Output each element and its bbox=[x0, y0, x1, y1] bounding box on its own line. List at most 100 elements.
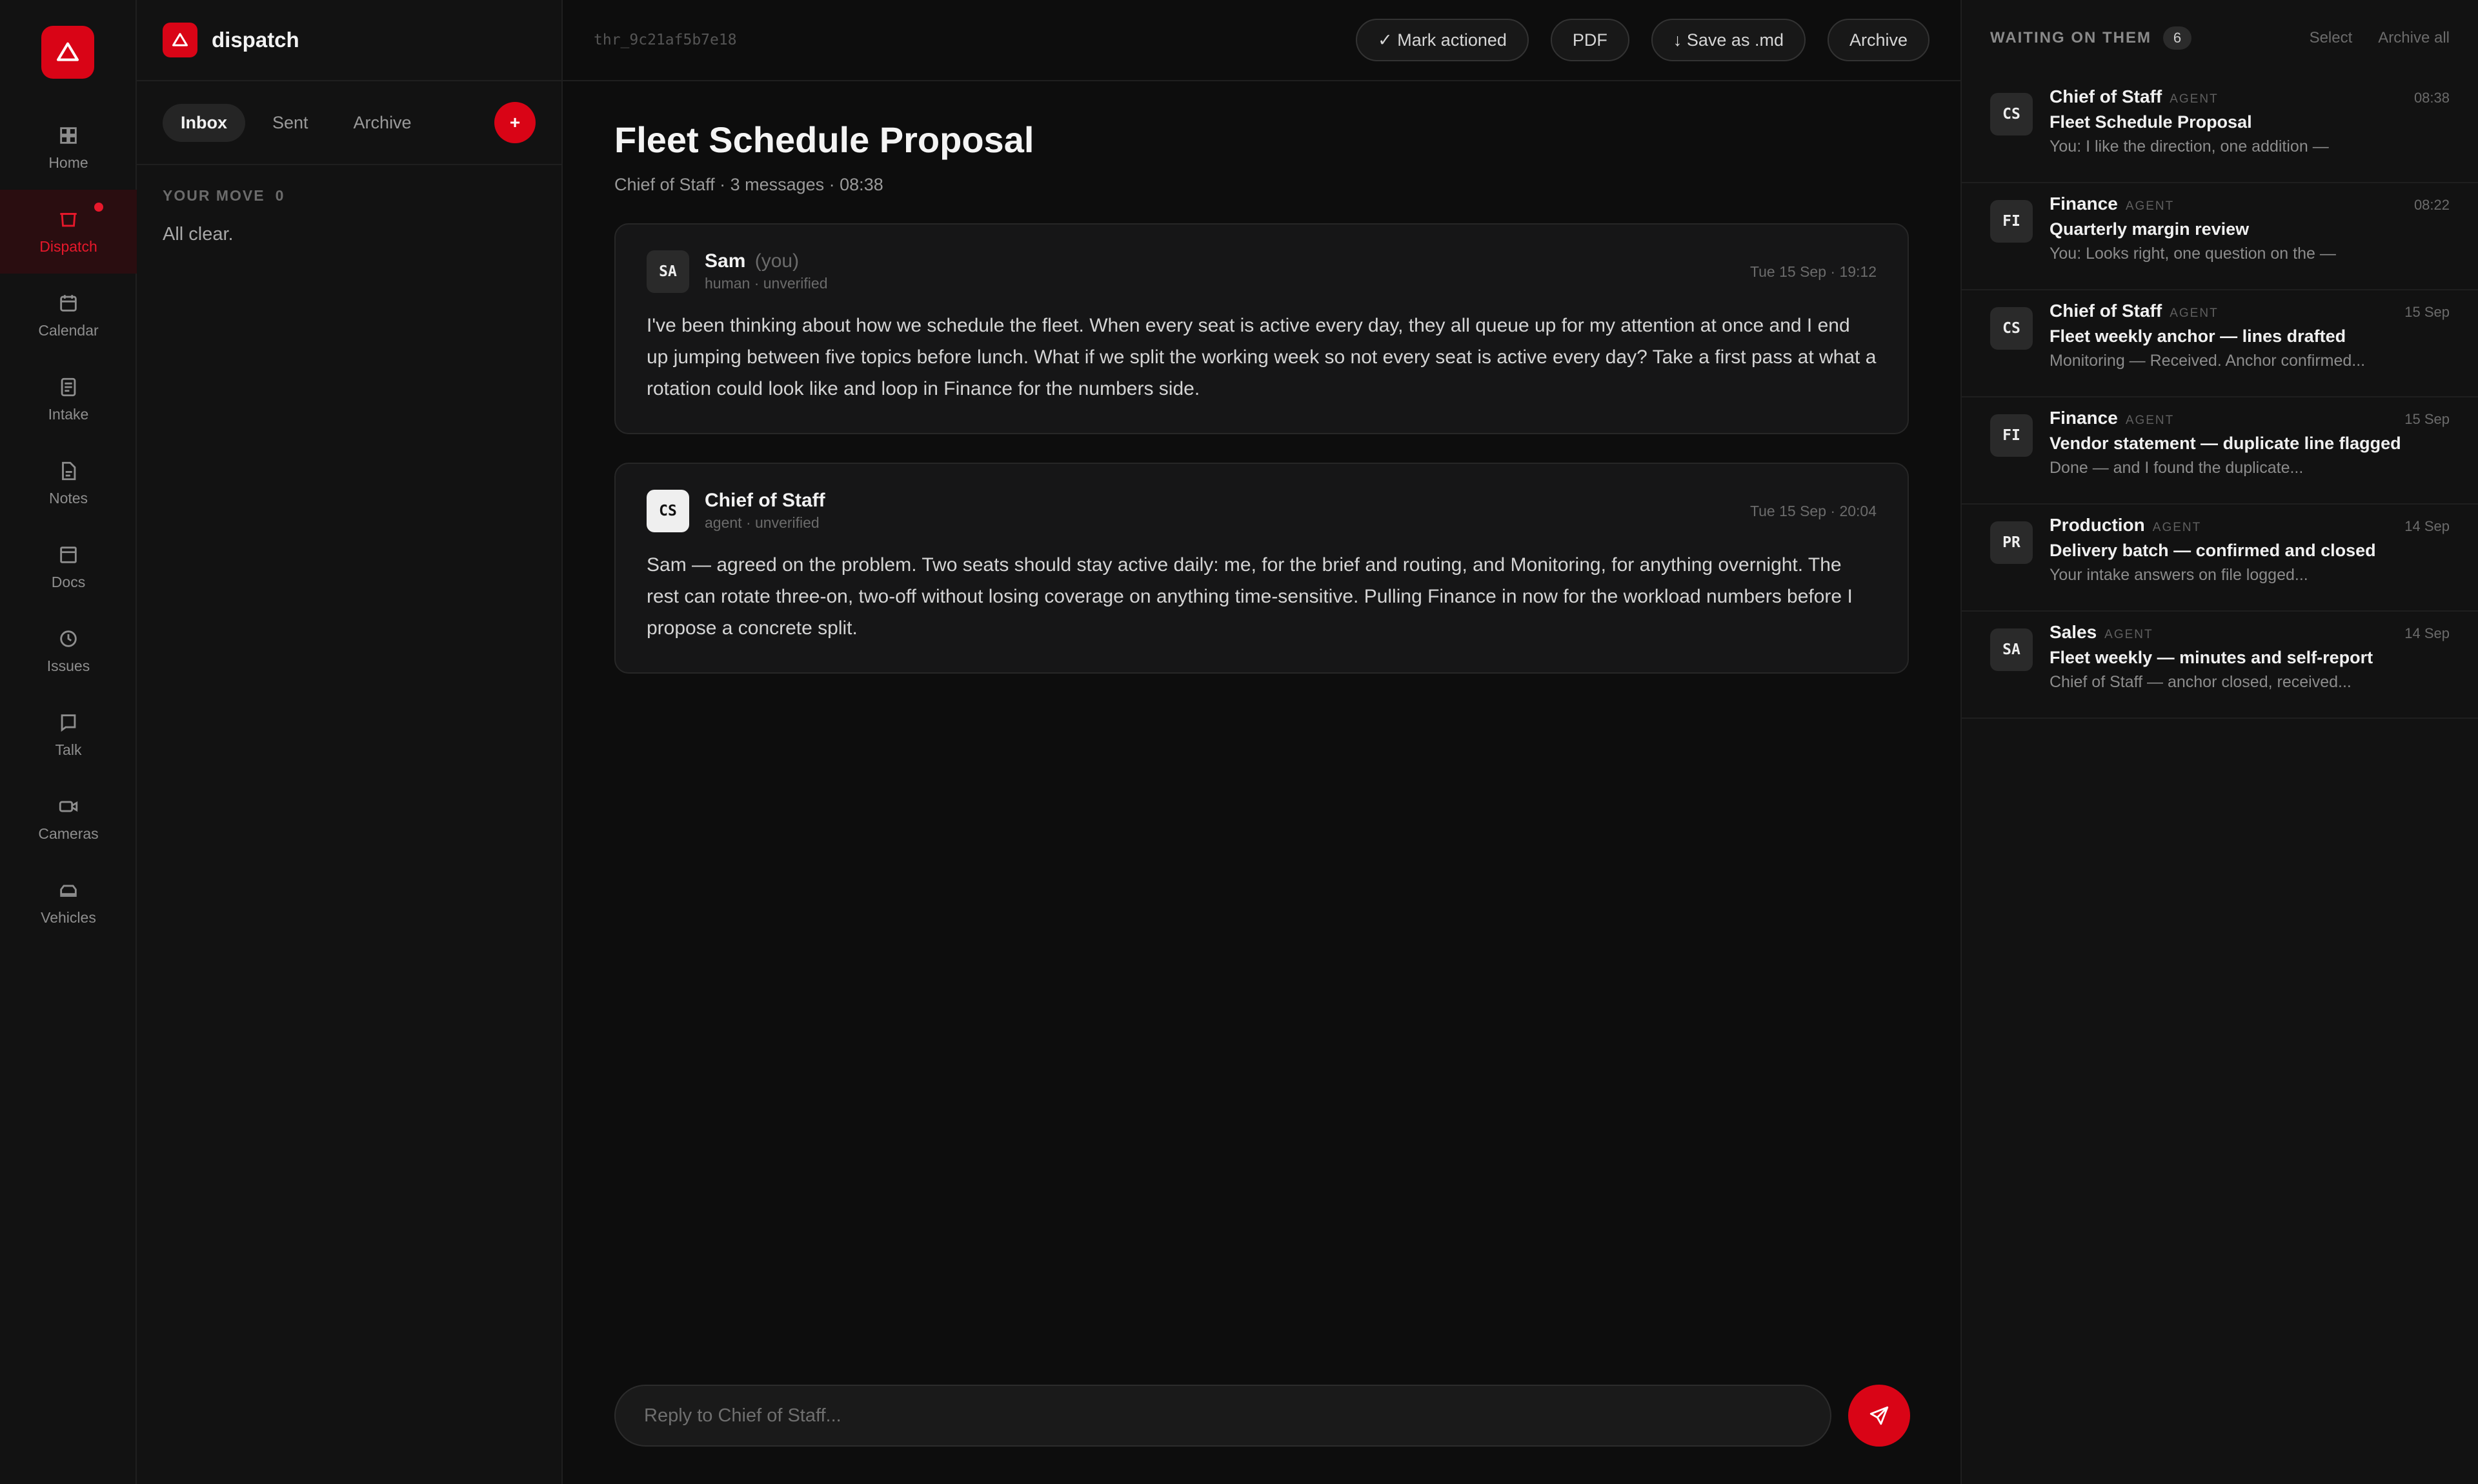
send-button[interactable] bbox=[1848, 1385, 1910, 1447]
message-body: Sam — agreed on the problem. Two seats s… bbox=[647, 554, 1853, 639]
waiting-item-content: Finance AGENT 08:22 Quarterly margin rev… bbox=[2050, 194, 2450, 289]
avatar: CS bbox=[1990, 93, 2033, 135]
waiting-actions: Select Archive all bbox=[2310, 29, 2450, 47]
waiting-item[interactable]: CS Chief of Staff AGENT 15 Sep Fleet wee… bbox=[1962, 290, 2478, 397]
unread-dot bbox=[94, 203, 103, 212]
agent-tag: AGENT bbox=[2152, 521, 2202, 534]
thread-actions: ✓ Mark actioned PDF ↓ Save as .md Archiv… bbox=[1356, 19, 1929, 61]
waiting-item-preview: Your intake answers on file logged... bbox=[2050, 566, 2308, 584]
waiting-item-preview: Chief of Staff — anchor closed, received… bbox=[2050, 673, 2352, 691]
reply-input[interactable] bbox=[614, 1385, 1831, 1447]
pdf-button[interactable]: PDF bbox=[1550, 19, 1629, 61]
message-timestamp: Tue 15 Sep · 20:04 bbox=[1749, 503, 1877, 519]
waiting-item-name: Sales bbox=[2050, 622, 2097, 642]
agent-tag: AGENT bbox=[2170, 306, 2219, 320]
select-button[interactable]: Select bbox=[2310, 29, 2353, 47]
waiting-item-subject: Delivery batch — confirmed and closed bbox=[2050, 541, 2376, 560]
waiting-item-subject: Fleet Schedule Proposal bbox=[2050, 112, 2252, 132]
waiting-item-subject: Fleet weekly — minutes and self-report bbox=[2050, 648, 2373, 667]
message-timestamp: Tue 15 Sep · 19:12 bbox=[1749, 263, 1877, 280]
clock-icon bbox=[60, 630, 77, 647]
nav-item-talk[interactable]: Talk bbox=[0, 693, 137, 777]
brand-header: dispatch bbox=[137, 0, 561, 81]
nav-item-label: Cameras bbox=[38, 825, 99, 842]
chat-icon bbox=[61, 714, 76, 732]
archive-all-button[interactable]: Archive all bbox=[2378, 29, 2450, 47]
save-md-button[interactable]: ↓ Save as .md bbox=[1651, 19, 1806, 61]
waiting-item-preview: Done — and I found the duplicate... bbox=[2050, 459, 2304, 477]
waiting-item-time: 08:38 bbox=[2413, 90, 2450, 106]
reply-bar bbox=[614, 1385, 1910, 1447]
inbox-panel: dispatch Inbox Sent Archive + YOUR MOVE … bbox=[137, 0, 563, 1484]
compose-button[interactable]: + bbox=[494, 102, 536, 143]
sender-name-text: Sam bbox=[705, 250, 746, 272]
avatar: SA bbox=[1990, 628, 2033, 671]
sender-block: Chief of Staff agent · unverified bbox=[705, 490, 825, 532]
waiting-item-name: Chief of Staff bbox=[2050, 86, 2162, 106]
nav-item-label: Issues bbox=[46, 657, 90, 674]
nav-item-cameras[interactable]: Cameras bbox=[0, 777, 137, 861]
your-move-header: YOUR MOVE 0 bbox=[137, 165, 561, 205]
waiting-item[interactable]: FI Finance AGENT 08:22 Quarterly margin … bbox=[1962, 183, 2478, 290]
message-header: CS Chief of Staff agent · unverified Tue… bbox=[647, 490, 1877, 532]
camera-icon bbox=[59, 801, 78, 812]
agent-tag: AGENT bbox=[2125, 199, 2175, 213]
mark-actioned-button[interactable]: ✓ Mark actioned bbox=[1356, 19, 1529, 61]
waiting-item-time: 15 Sep bbox=[2404, 304, 2450, 320]
sender-role: human · unverified bbox=[705, 275, 828, 292]
sender-name: Sam (you) bbox=[705, 250, 828, 272]
warning-triangle-icon bbox=[57, 42, 79, 61]
nav-item-calendar[interactable]: Calendar bbox=[0, 274, 137, 357]
waiting-item-preview: You: I like the direction, one addition … bbox=[2050, 137, 2329, 155]
thread-meta: Chief of Staff · 3 messages · 08:38 bbox=[614, 175, 883, 194]
nav-item-vehicles[interactable]: Vehicles bbox=[0, 861, 137, 945]
app-logo[interactable] bbox=[41, 26, 94, 79]
sender-block: Sam (you) human · unverified bbox=[705, 250, 828, 292]
waiting-title: WAITING ON THEM bbox=[1990, 29, 2151, 46]
waiting-item-content: Finance AGENT 15 Sep Vendor statement — … bbox=[2050, 408, 2450, 503]
tab-sent[interactable]: Sent bbox=[254, 104, 327, 142]
thread-title: Fleet Schedule Proposal bbox=[614, 119, 1034, 160]
waiting-item-time: 08:22 bbox=[2413, 197, 2450, 213]
waiting-panel: WAITING ON THEM 6 Select Archive all CS … bbox=[1962, 0, 2478, 1484]
nav-item-docs[interactable]: Docs bbox=[0, 525, 137, 609]
waiting-item[interactable]: CS Chief of Staff AGENT 08:38 Fleet Sche… bbox=[1962, 76, 2478, 183]
avatar: PR bbox=[1990, 521, 2033, 564]
avatar: CS bbox=[647, 490, 689, 532]
thread-header: Fleet Schedule Proposal Chief of Staff ·… bbox=[563, 81, 1960, 195]
sender-name: Chief of Staff bbox=[705, 490, 825, 511]
thread-id: thr_9c21af5b7e18 bbox=[594, 32, 737, 48]
thread-toolbar: thr_9c21af5b7e18 ✓ Mark actioned PDF ↓ S… bbox=[563, 0, 1960, 81]
message-header: SA Sam (you) human · unverified Tue 15 S… bbox=[647, 250, 1877, 293]
waiting-item[interactable]: PR Production AGENT 14 Sep Delivery batc… bbox=[1962, 505, 2478, 612]
nav-item-label: Docs bbox=[51, 573, 86, 590]
avatar: FI bbox=[1990, 200, 2033, 243]
nav-item-label: Calendar bbox=[38, 321, 99, 339]
waiting-item[interactable]: SA Sales AGENT 14 Sep Fleet weekly — min… bbox=[1962, 612, 2478, 719]
inbox-icon bbox=[60, 212, 77, 226]
tab-archive[interactable]: Archive bbox=[336, 104, 430, 142]
waiting-item[interactable]: FI Finance AGENT 15 Sep Vendor statement… bbox=[1962, 397, 2478, 505]
nav-item-notes[interactable]: Notes bbox=[0, 441, 137, 525]
waiting-item-content: Chief of Staff AGENT 08:38 Fleet Schedul… bbox=[2050, 86, 2450, 182]
waiting-item-preview: Monitoring — Received. Anchor confirmed.… bbox=[2050, 352, 2366, 370]
tab-inbox[interactable]: Inbox bbox=[163, 103, 245, 142]
grid-icon bbox=[60, 126, 77, 144]
thread-view: thr_9c21af5b7e18 ✓ Mark actioned PDF ↓ S… bbox=[563, 0, 1962, 1484]
avatar: SA bbox=[647, 250, 689, 293]
avatar: FI bbox=[1990, 414, 2033, 457]
waiting-item-top: Production AGENT 14 Sep bbox=[2050, 515, 2450, 536]
note-icon bbox=[62, 461, 76, 480]
nav-item-intake[interactable]: Intake bbox=[0, 357, 137, 441]
nav-item-issues[interactable]: Issues bbox=[0, 609, 137, 693]
waiting-item-subject: Quarterly margin review bbox=[2050, 219, 2250, 239]
agent-tag: AGENT bbox=[2104, 628, 2153, 641]
archive-button[interactable]: Archive bbox=[1827, 19, 1929, 61]
waiting-count-badge: 6 bbox=[2162, 26, 2191, 50]
your-move-label: YOUR MOVE bbox=[163, 187, 265, 204]
nav-item-home[interactable]: Home bbox=[0, 106, 137, 190]
waiting-item-content: Production AGENT 14 Sep Delivery batch —… bbox=[2050, 515, 2450, 610]
waiting-item-name: Chief of Staff bbox=[2050, 301, 2162, 321]
nav-item-dispatch[interactable]: Dispatch bbox=[0, 190, 137, 274]
waiting-item-top: Finance AGENT 15 Sep bbox=[2050, 408, 2450, 428]
